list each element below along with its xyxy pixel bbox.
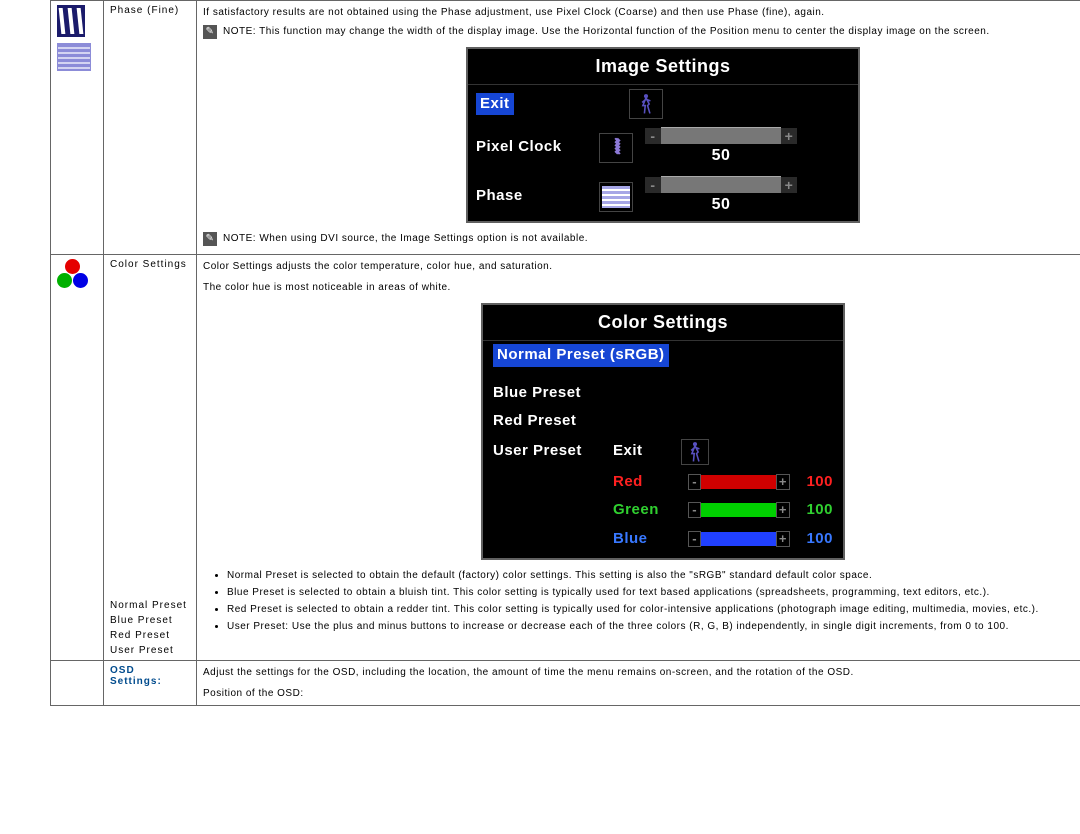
osd-settings-text2: Position of the OSD: [203, 686, 1080, 701]
note-dvi: ✎ NOTE: When using DVI source, the Image… [203, 231, 1080, 246]
pixel-clock-label[interactable]: Pixel Clock [476, 136, 591, 159]
phase-fine-label: Phase (Fine) [110, 5, 190, 16]
green-plus[interactable]: + [776, 502, 789, 518]
exit-label[interactable]: Exit [613, 440, 673, 463]
blue-label: Blue [613, 528, 688, 551]
preset-bullet-list: Normal Preset is selected to obtain the … [203, 568, 1080, 634]
image-settings-panel: Image Settings Exit Pixel Clock ⦚⦚⦚ - [466, 47, 860, 223]
red-plus[interactable]: + [776, 474, 789, 490]
list-item: Normal Preset is selected to obtain the … [227, 568, 1080, 583]
green-value: 100 [790, 499, 834, 522]
note-width: ✎ NOTE: This function may change the wid… [203, 24, 1080, 39]
blue-value: 100 [790, 528, 834, 551]
osd-settings-text1: Adjust the settings for the OSD, includi… [203, 665, 1080, 680]
normal-preset-item[interactable]: Normal Preset (sRGB) [493, 344, 669, 367]
exit-walk-icon [629, 89, 663, 119]
user-preset-sublabel: User Preset [110, 645, 190, 656]
phase-intro-text: If satisfactory results are not obtained… [203, 5, 1080, 20]
red-value: 100 [790, 471, 834, 494]
color-settings-label: Color Settings [110, 259, 190, 270]
blue-minus[interactable]: - [688, 531, 701, 547]
image-settings-title: Image Settings [468, 49, 858, 85]
red-preset-sublabel: Red Preset [110, 630, 190, 641]
phase-icon [599, 182, 633, 212]
osd-settings-label[interactable]: OSD Settings: [110, 665, 162, 687]
blue-plus[interactable]: + [776, 531, 789, 547]
red-minus[interactable]: - [688, 474, 701, 490]
rgb-icon [57, 259, 89, 289]
color-settings-text1: Color Settings adjusts the color tempera… [203, 259, 1080, 274]
green-bar[interactable] [701, 503, 776, 517]
color-settings-title: Color Settings [483, 305, 843, 341]
pixel-clock-slider[interactable]: - + 50 [641, 127, 801, 168]
color-settings-panel: Color Settings Normal Preset (sRGB) Blue… [481, 303, 845, 560]
green-label: Green [613, 499, 688, 522]
color-settings-text2: The color hue is most noticeable in area… [203, 280, 1080, 295]
exit-item[interactable]: Exit [476, 93, 514, 116]
exit-walk-icon-2 [681, 439, 709, 465]
phase-wave-icon [57, 5, 85, 37]
note-icon: ✎ [203, 232, 217, 246]
user-preset-item[interactable]: User Preset [493, 440, 613, 463]
list-item: Blue Preset is selected to obtain a blui… [227, 585, 1080, 600]
pixel-clock-icon: ⦚⦚⦚ [599, 133, 633, 163]
note-icon: ✎ [203, 25, 217, 39]
blue-preset-item[interactable]: Blue Preset [493, 382, 613, 405]
blue-preset-sublabel: Blue Preset [110, 615, 190, 626]
phase-label[interactable]: Phase [476, 185, 591, 208]
red-bar[interactable] [701, 475, 776, 489]
phase-slider[interactable]: - + 50 [641, 176, 801, 217]
list-item: User Preset: Use the plus and minus butt… [227, 619, 1080, 634]
list-item: Red Preset is selected to obtain a redde… [227, 602, 1080, 617]
red-label: Red [613, 471, 688, 494]
green-minus[interactable]: - [688, 502, 701, 518]
blue-bar[interactable] [701, 532, 776, 546]
normal-preset-sublabel: Normal Preset [110, 600, 190, 611]
red-preset-item[interactable]: Red Preset [493, 410, 613, 433]
phase-stripe-icon [57, 43, 91, 71]
